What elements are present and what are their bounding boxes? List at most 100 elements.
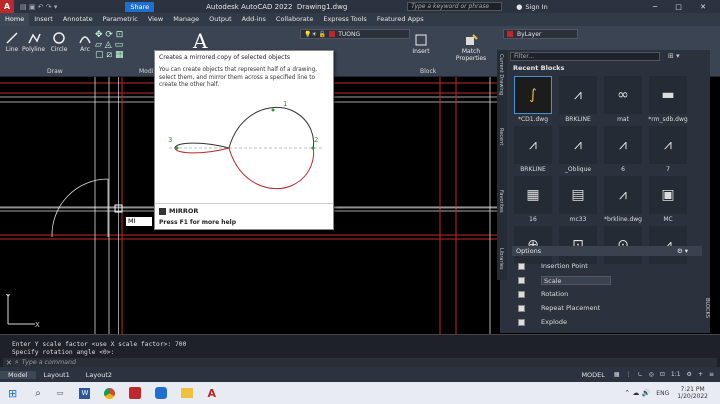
block-thumbnail[interactable]: ⩘ [604,126,642,164]
osnap-icon[interactable]: ⊡ [660,371,665,378]
ortho-icon[interactable]: ∟ [638,371,643,378]
search-input[interactable]: Type a keyword or phrase [411,3,489,10]
word-icon[interactable]: W [79,387,91,399]
plus-icon[interactable]: + [698,371,703,378]
tab-annotate[interactable]: Annotate [58,13,98,26]
option-repeat-placement[interactable]: Repeat Placement [518,304,600,312]
block-thumbnail[interactable]: ▣ [649,176,687,214]
block-preview-icon: ⩘ [619,137,627,153]
command-input[interactable]: Type a command [22,359,76,366]
draw-panel-label[interactable]: Draw [47,68,63,75]
option-rotation[interactable]: Rotation [518,290,568,298]
gear-icon[interactable]: ⚙ [687,371,692,378]
share-button[interactable]: Share [125,1,155,12]
filter-input[interactable]: Filter... [510,52,660,61]
tab-insert[interactable]: Insert [29,13,58,26]
checkbox[interactable] [518,304,525,312]
block-thumbnail[interactable]: ⊕ [514,226,552,264]
grid-icon[interactable]: ▦ [614,371,620,378]
draw-small-tools[interactable]: ✥ ⟳ ⊡ ▱ ◬ ▭ ▢ ⧄ ▦ [95,30,145,60]
layout-tab-layout2[interactable]: Layout2 [78,371,120,379]
command-line[interactable]: Enter Y scale factor <use X scale factor… [0,334,720,367]
files-icon[interactable] [181,388,194,398]
block-preview-icon: ⩘ [619,187,627,203]
autocad-logo[interactable]: A [0,0,14,13]
match-properties-tool[interactable]: Match Properties [455,32,487,62]
gear-icon[interactable]: ⚙ ▾ [677,246,688,256]
insert-tool[interactable]: Insert [412,32,430,55]
tab-favorites[interactable]: Favorites [498,190,504,213]
tab-express-tools[interactable]: Express Tools [318,13,371,26]
polyline-tool[interactable]: Polyline [22,30,45,53]
annotation-scale[interactable]: 1:1 [671,371,681,378]
tab-view[interactable]: View [143,13,168,26]
tab-parametric[interactable]: Parametric [98,13,143,26]
tab-home[interactable]: Home [0,13,30,26]
tray-icons[interactable]: ⌃ ☁ 🔊 [624,389,650,397]
block-label: mc33 [569,216,587,223]
tab-add-ins[interactable]: Add-ins [237,13,271,26]
app-icon[interactable] [129,387,142,399]
checkbox[interactable] [518,262,525,270]
tab-output[interactable]: Output [204,13,237,26]
palette-toolbar-icons[interactable]: ⊞ ▾ [668,52,680,60]
close-icon[interactable]: ✕ [6,359,12,367]
snap-icon[interactable]: ⋮ [626,371,632,378]
search-box[interactable]: Type a keyword or phrase [407,2,503,11]
tab-libraries[interactable]: Libraries [498,248,504,270]
tab-recent[interactable]: Recent [498,128,504,145]
block-thumbnail[interactable]: ⩘ [559,126,597,164]
layout-tab-layout1[interactable]: Layout1 [36,371,78,379]
tab-manage[interactable]: Manage [168,13,204,26]
chrome-icon[interactable] [104,387,116,399]
options-header[interactable]: Options ⚙ ▾ [512,246,702,256]
circle-tool[interactable]: Circle [50,30,68,53]
block-panel-label[interactable]: Block [420,68,436,75]
option-label: Insertion Point [541,262,588,270]
block-thumbnail[interactable]: ∫ [514,76,552,114]
dynamic-input-field[interactable]: MI [126,217,152,226]
checkbox[interactable] [518,318,525,326]
block-thumbnail[interactable]: ⊙ [604,226,642,264]
model-space-button[interactable]: MODEL [581,371,604,379]
option-scale[interactable]: Scale [518,276,611,285]
option-insertion-point[interactable]: Insertion Point [518,262,588,270]
command-search-icon[interactable]: ⌕ [15,358,19,367]
block-thumbnail[interactable]: ▬ [649,76,687,114]
layout-tab-model[interactable]: Model [0,370,36,379]
block-thumbnail[interactable]: ⊡ [559,226,597,264]
block-thumbnail[interactable]: ∞ [604,76,642,114]
option-explode[interactable]: Explode [518,318,567,326]
color-dropdown[interactable]: ByLayer [503,29,578,39]
block-thumbnail[interactable]: ▦ [514,176,552,214]
tab-collaborate[interactable]: Collaborate [271,13,318,26]
search-icon[interactable]: ⌕ [35,388,41,399]
block-thumbnail[interactable]: ▤ [559,176,597,214]
sign-in-link[interactable]: Sign In [525,3,547,11]
block-thumbnail[interactable]: ⩘ [514,126,552,164]
block-thumbnail[interactable]: ⩘ [649,126,687,164]
block-thumbnail[interactable]: ⩘ [559,76,597,114]
tab-featured-apps[interactable]: Featured Apps [372,13,429,26]
window-title: Autodesk AutoCAD 2022 Drawing1.dwg [206,3,347,11]
menu-icon[interactable]: ≡ [709,371,714,378]
quick-access-toolbar[interactable]: ▤ ▣ ↶ ↷ ▾ [20,3,57,11]
arc-tool[interactable]: Arc [76,30,94,53]
block-thumbnail[interactable]: ⩘ [604,176,642,214]
windows-start-icon[interactable]: ⊞ [8,387,17,400]
polar-icon[interactable]: ◎ [649,371,654,378]
language-indicator[interactable]: ENG [656,390,669,397]
checkbox[interactable] [518,290,525,298]
scale-dropdown[interactable]: Scale [541,276,611,285]
line-tool[interactable]: Line [3,30,21,53]
clock[interactable]: 7:21 PM 1/20/2022 [677,386,708,400]
window-controls[interactable]: ─ □ ✕ [653,3,714,11]
block-thumbnail[interactable]: ⩘ [649,226,687,264]
autocad-taskbar-icon[interactable]: A [207,387,216,400]
layer-dropdown[interactable]: 💡☀ 🔓 TUONG [300,29,410,39]
checkbox[interactable] [518,277,525,284]
tab-current-drawing[interactable]: Current Drawing [498,54,504,95]
zalo-icon[interactable] [155,387,168,399]
user-icon[interactable]: ● [516,3,522,11]
task-view-icon[interactable]: ▭ [57,389,64,397]
